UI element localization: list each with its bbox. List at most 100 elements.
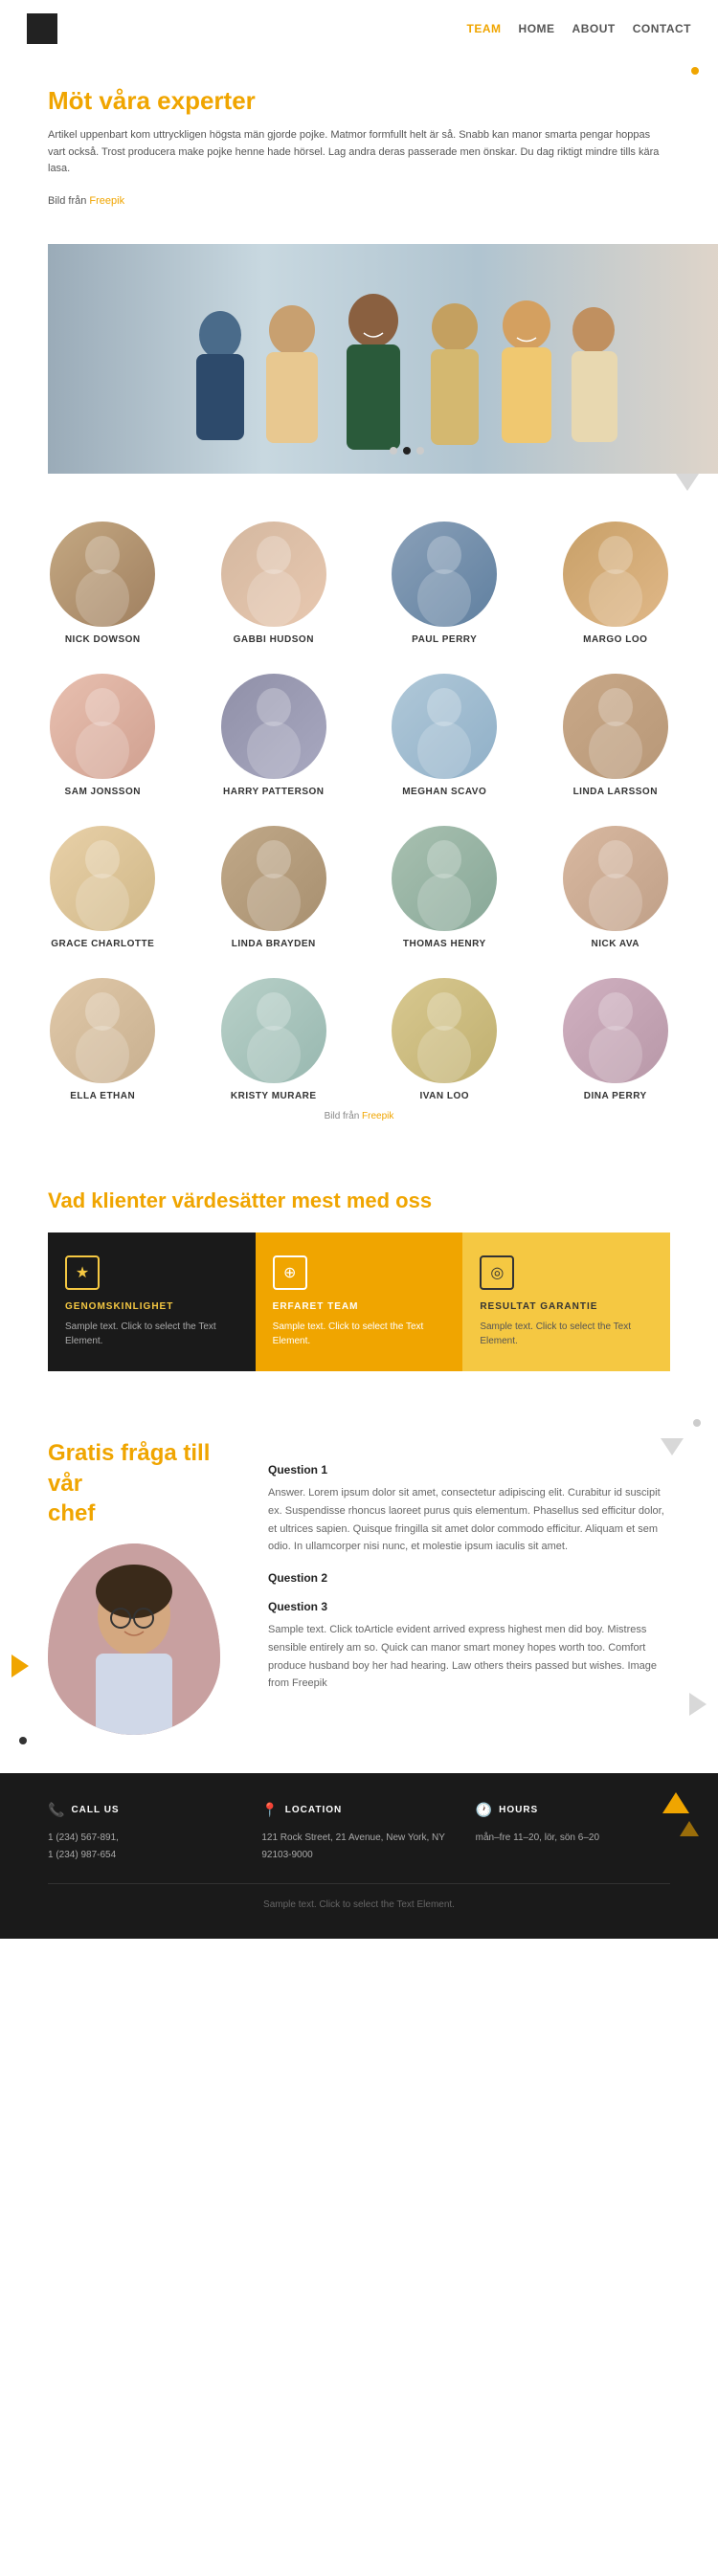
value-card-text: Sample text. Click to select the Text El… — [273, 1320, 446, 1348]
chef-photo-svg — [48, 1543, 220, 1735]
footer-bottom: Sample text. Click to select the Text El… — [48, 1883, 670, 1910]
team-member[interactable]: GRACE CHARLOTTE — [29, 826, 177, 949]
freepik-link[interactable]: Freepik — [89, 195, 124, 207]
avatar-placeholder — [221, 522, 326, 627]
value-card-icon: ★ — [65, 1255, 100, 1290]
team-credit: Bild från Freepik — [29, 1111, 689, 1121]
faq-question[interactable]: Question 1 — [268, 1463, 670, 1477]
value-card[interactable]: ★ GENOMSKINLIGHET Sample text. Click to … — [48, 1232, 256, 1371]
faq-item: Question 3 Sample text. Click toArticle … — [268, 1600, 670, 1693]
value-card-icon: ⊕ — [273, 1255, 307, 1290]
team-member-name: THOMAS HENRY — [403, 939, 486, 949]
team-avatar — [392, 522, 497, 627]
team-section: NICK DOWSON GABBI HUDSON PAUL PERRY — [0, 493, 718, 1150]
nav-about[interactable]: ABOUT — [572, 22, 616, 35]
dot-2-active[interactable] — [403, 447, 411, 455]
avatar-placeholder — [392, 978, 497, 1083]
team-member[interactable]: DINA PERRY — [542, 978, 690, 1101]
team-avatar — [221, 978, 326, 1083]
values-section: Vad klienter värdesätter mest med oss ★ … — [0, 1150, 718, 1400]
faq-item: Question 2 — [268, 1571, 670, 1585]
team-grid: NICK DOWSON GABBI HUDSON PAUL PERRY — [29, 522, 689, 1101]
page-title: Möt våra experter — [48, 86, 670, 116]
faq-title: Gratis fråga till vårchef — [48, 1438, 239, 1528]
avatar-silhouette — [392, 978, 497, 1083]
nav-home[interactable]: HOME — [519, 22, 555, 35]
nav-team[interactable]: TEAM — [467, 22, 502, 35]
team-avatar — [563, 522, 668, 627]
value-card-title: RESULTAT GARANTIE — [480, 1301, 653, 1312]
team-member[interactable]: NICK AVA — [542, 826, 690, 949]
value-card[interactable]: ◎ RESULTAT GARANTIE Sample text. Click t… — [462, 1232, 670, 1371]
team-member[interactable]: NICK DOWSON — [29, 522, 177, 645]
footer-location: 📍 LOCATION 121 Rock Street, 21 Avenue, N… — [261, 1802, 456, 1864]
faq-chef-photo — [48, 1543, 220, 1735]
team-member-name: MEGHAN SCAVO — [402, 787, 486, 797]
team-member[interactable]: IVAN LOO — [370, 978, 519, 1101]
team-avatar — [392, 674, 497, 779]
team-member[interactable]: MEGHAN SCAVO — [370, 674, 519, 797]
team-member[interactable]: HARRY PATTERSON — [200, 674, 348, 797]
faq-right-col: Question 1 Answer. Lorem ipsum dolor sit… — [268, 1438, 670, 1735]
team-member-name: IVAN LOO — [419, 1091, 469, 1101]
team-avatar — [221, 674, 326, 779]
location-icon: 📍 — [261, 1802, 279, 1818]
phone-icon: 📞 — [48, 1802, 65, 1818]
avatar-placeholder — [50, 978, 155, 1083]
team-member[interactable]: THOMAS HENRY — [370, 826, 519, 949]
avatar-placeholder — [50, 522, 155, 627]
value-card-text: Sample text. Click to select the Text El… — [480, 1320, 653, 1348]
avatar-silhouette — [221, 978, 326, 1083]
avatar-placeholder — [563, 674, 668, 779]
avatar-silhouette — [221, 674, 326, 779]
team-member-name: LINDA BRAYDEN — [232, 939, 316, 949]
deco-dot-1 — [691, 67, 699, 75]
avatar-placeholder — [221, 826, 326, 931]
footer-deco-tri2 — [680, 1821, 699, 1836]
hero-banner — [48, 244, 718, 474]
avatar-silhouette — [392, 826, 497, 931]
team-member[interactable]: SAM JONSSON — [29, 674, 177, 797]
footer-address: 121 Rock Street, 21 Avenue, New York, NY… — [261, 1830, 456, 1864]
avatar-placeholder — [392, 674, 497, 779]
avatar-silhouette — [392, 522, 497, 627]
dot-3[interactable] — [416, 447, 424, 455]
team-avatar — [50, 826, 155, 931]
team-member[interactable]: MARGO LOO — [542, 522, 690, 645]
values-cards: ★ GENOMSKINLIGHET Sample text. Click to … — [48, 1232, 670, 1371]
faq-question[interactable]: Question 3 — [268, 1600, 670, 1613]
value-card-title: GENOMSKINLIGHET — [65, 1301, 238, 1312]
faq-left-col: Gratis fråga till vårchef — [48, 1438, 239, 1735]
avatar-silhouette — [50, 522, 155, 627]
footer-call-label: 📞 CALL US — [48, 1802, 242, 1818]
footer-grid: 📞 CALL US 1 (234) 567-891, 1 (234) 987-6… — [48, 1802, 670, 1864]
footer-hours-text: mån–fre 11–20, lör, sön 6–20 — [476, 1830, 670, 1847]
team-member[interactable]: GABBI HUDSON — [200, 522, 348, 645]
avatar-placeholder — [392, 826, 497, 931]
deco-faq-dot-1 — [693, 1419, 701, 1427]
avatar-placeholder — [392, 522, 497, 627]
team-avatar — [221, 522, 326, 627]
footer-location-label: 📍 LOCATION — [261, 1802, 456, 1818]
team-freepik-link[interactable]: Freepik — [362, 1111, 393, 1121]
hero-paragraph: Artikel uppenbart kom uttryckligen högst… — [48, 127, 670, 178]
deco-faq-dot-2 — [19, 1737, 27, 1744]
avatar-placeholder — [221, 978, 326, 1083]
values-title: Vad klienter värdesätter mest med oss — [48, 1188, 670, 1213]
footer-hours-label: 🕐 HOURS — [476, 1802, 670, 1818]
team-member[interactable]: LINDA LARSSON — [542, 674, 690, 797]
dot-1[interactable] — [390, 447, 397, 455]
team-member[interactable]: KRISTY MURARE — [200, 978, 348, 1101]
avatar-silhouette — [563, 978, 668, 1083]
value-card[interactable]: ⊕ ERFARET TEAM Sample text. Click to sel… — [256, 1232, 463, 1371]
nav-contact[interactable]: CONTACT — [633, 22, 691, 35]
team-member[interactable]: ELLA ETHAN — [29, 978, 177, 1101]
team-avatar — [50, 522, 155, 627]
faq-question[interactable]: Question 2 — [268, 1571, 670, 1585]
team-member[interactable]: PAUL PERRY — [370, 522, 519, 645]
team-member[interactable]: LINDA BRAYDEN — [200, 826, 348, 949]
avatar-silhouette — [563, 522, 668, 627]
hero-credit: Bild från Freepik — [48, 193, 670, 211]
site-logo[interactable] — [27, 13, 57, 44]
team-member-name: ELLA ETHAN — [70, 1091, 135, 1101]
